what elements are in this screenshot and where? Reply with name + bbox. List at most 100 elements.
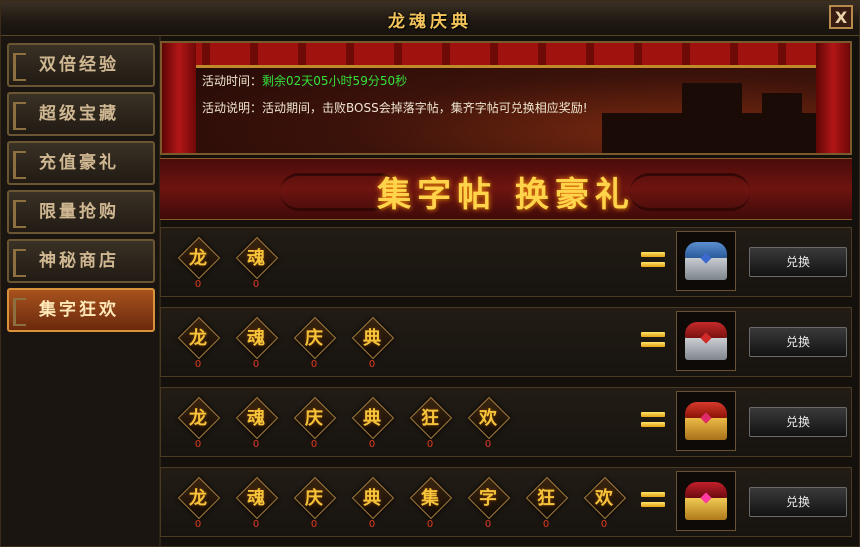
word-character: 魂 [247, 328, 265, 349]
word-character: 欢 [479, 408, 497, 429]
word-count: 0 [484, 439, 492, 450]
word-character: 庆 [305, 408, 323, 429]
word-card: 庆 [293, 396, 337, 440]
sidebar: 双倍经验 超级宝藏 充值豪礼 限量抢购 神秘商店 集字狂欢 [1, 36, 161, 546]
reward-slot[interactable] [676, 471, 736, 531]
equals-icon [641, 492, 665, 508]
word-card: 欢 [467, 396, 511, 440]
gold-jeweled-chest-icon [677, 472, 735, 530]
window-title: 龙魂庆典 [388, 12, 472, 32]
curtain-left [162, 43, 196, 153]
close-icon: X [834, 8, 848, 27]
word-card: 庆 [293, 316, 337, 360]
tab-label: 双倍经验 [39, 55, 119, 75]
word-card: 龙 [177, 236, 221, 280]
reward-slot[interactable] [676, 391, 736, 451]
curtain-right [816, 43, 850, 153]
word-character: 龙 [189, 248, 207, 269]
word-character: 狂 [421, 408, 439, 429]
tower-silhouette [682, 83, 742, 153]
exchange-row: 龙 0 魂 0 庆 0 典 0 兑换 [160, 307, 852, 377]
event-countdown: 剩余02天05小时59分50秒 [262, 74, 408, 88]
exchange-row: 龙 0 魂 0 庆 0 典 0 狂 0 欢 0 兑换 [160, 387, 852, 457]
word-count: 0 [252, 439, 260, 450]
word-character: 庆 [305, 328, 323, 349]
equals-icon [641, 412, 665, 428]
word-count: 0 [426, 439, 434, 450]
word-character: 典 [363, 408, 381, 429]
event-window: 龙魂庆典 X 双倍经验 超级宝藏 充值豪礼 限量抢购 神秘商店 集字狂欢 活动时… [0, 0, 860, 547]
word-count: 0 [368, 519, 376, 530]
word-character: 狂 [537, 488, 555, 509]
equals-icon [641, 252, 665, 268]
word-character: 魂 [247, 248, 265, 269]
word-count: 0 [252, 279, 260, 290]
word-count: 0 [310, 519, 318, 530]
word-count: 0 [484, 519, 492, 530]
tab-mystery-shop[interactable]: 神秘商店 [7, 239, 155, 283]
word-character: 魂 [247, 488, 265, 509]
event-desc-text: 活动期间，击败BOSS会掉落字帖，集齐字帖可兑换相应奖励! [262, 101, 588, 115]
word-card: 龙 [177, 396, 221, 440]
word-character: 字 [479, 488, 497, 509]
silver-red-chest-icon [677, 312, 735, 370]
tab-super-treasure[interactable]: 超级宝藏 [7, 92, 155, 136]
word-count: 0 [252, 519, 260, 530]
word-character: 欢 [595, 488, 613, 509]
tab-label: 超级宝藏 [39, 104, 119, 124]
word-character: 典 [363, 488, 381, 509]
tower-silhouette [762, 93, 802, 153]
tab-label: 充值豪礼 [39, 153, 119, 173]
word-count: 0 [252, 359, 260, 370]
exchange-button[interactable]: 兑换 [749, 327, 847, 357]
tab-collect-words[interactable]: 集字狂欢 [7, 288, 155, 332]
tab-label: 限量抢购 [39, 202, 119, 222]
word-card: 典 [351, 316, 395, 360]
event-time-line: 活动时间：剩余02天05小时59分50秒 [202, 72, 407, 89]
word-card: 魂 [235, 236, 279, 280]
word-card: 典 [351, 396, 395, 440]
word-character: 典 [363, 328, 381, 349]
word-card: 字 [467, 476, 511, 520]
word-count: 0 [426, 519, 434, 530]
word-card: 魂 [235, 476, 279, 520]
tab-limited-sale[interactable]: 限量抢购 [7, 190, 155, 234]
event-time-label: 活动时间： [202, 74, 263, 88]
word-character: 龙 [189, 408, 207, 429]
word-character: 集 [421, 488, 439, 509]
word-count: 0 [194, 279, 202, 290]
close-button[interactable]: X [829, 5, 853, 29]
exchange-row: 龙 0 魂 0 兑换 [160, 227, 852, 297]
word-character: 魂 [247, 408, 265, 429]
word-count: 0 [542, 519, 550, 530]
word-count: 0 [368, 359, 376, 370]
word-card: 魂 [235, 396, 279, 440]
reward-slot[interactable] [676, 231, 736, 291]
word-card: 狂 [409, 396, 453, 440]
gold-red-chest-icon [677, 392, 735, 450]
word-character: 龙 [189, 328, 207, 349]
word-card: 龙 [177, 316, 221, 360]
exchange-button[interactable]: 兑换 [749, 407, 847, 437]
event-desc-line: 活动说明：活动期间，击败BOSS会掉落字帖，集齐字帖可兑换相应奖励! [202, 99, 588, 116]
word-card: 欢 [583, 476, 627, 520]
word-count: 0 [194, 359, 202, 370]
curtain-valance [162, 43, 850, 68]
title-bar: 龙魂庆典 X [1, 1, 859, 36]
exchange-row: 龙 0 魂 0 庆 0 典 0 集 0 字 0 狂 0 欢 0 兑换 [160, 467, 852, 537]
event-desc-label: 活动说明： [202, 101, 263, 115]
word-character: 龙 [189, 488, 207, 509]
tab-double-exp[interactable]: 双倍经验 [7, 43, 155, 87]
word-card: 庆 [293, 476, 337, 520]
tab-recharge-gift[interactable]: 充值豪礼 [7, 141, 155, 185]
word-card: 集 [409, 476, 453, 520]
exchange-button[interactable]: 兑换 [749, 247, 847, 277]
word-count: 0 [600, 519, 608, 530]
tab-label: 集字狂欢 [39, 300, 119, 320]
reward-slot[interactable] [676, 311, 736, 371]
word-count: 0 [194, 519, 202, 530]
word-count: 0 [310, 359, 318, 370]
exchange-button[interactable]: 兑换 [749, 487, 847, 517]
word-card: 典 [351, 476, 395, 520]
slogan-text: 集字帖 换豪礼 [377, 175, 635, 215]
